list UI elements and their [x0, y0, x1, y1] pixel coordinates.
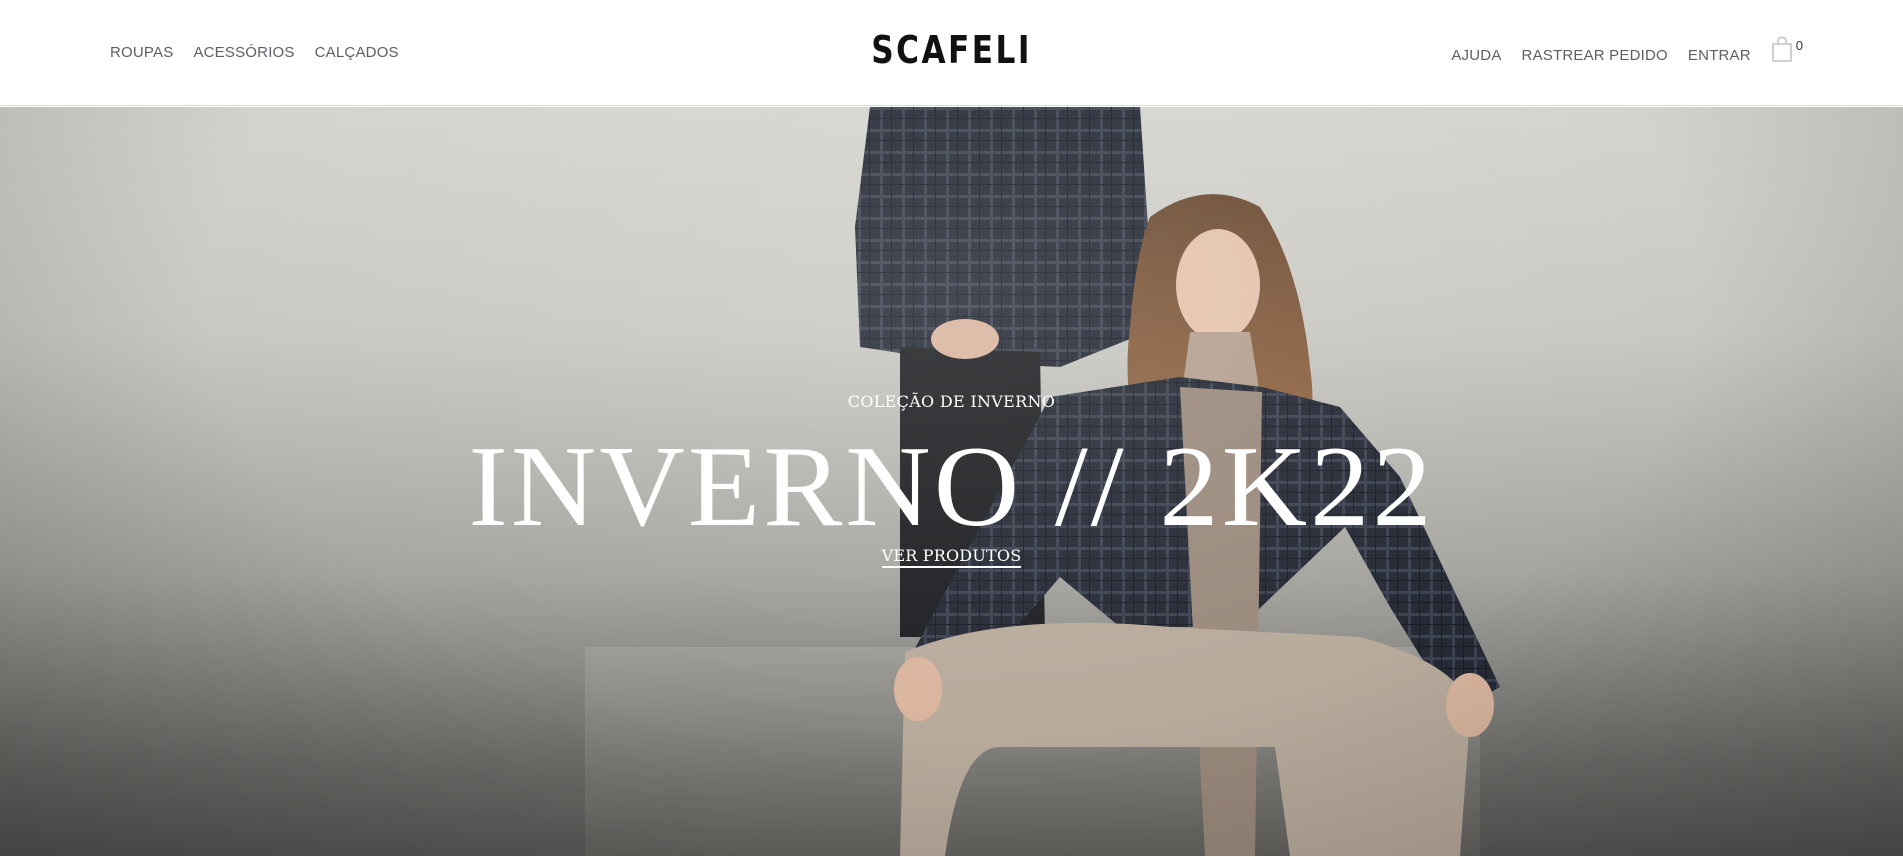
primary-nav: ROUPAS ACESSÓRIOS CALÇADOS	[110, 44, 399, 61]
nav-calcados-link[interactable]: CALÇADOS	[315, 44, 399, 61]
shopping-bag-icon	[1771, 36, 1793, 67]
nav-roupas-link[interactable]: ROUPAS	[110, 44, 173, 61]
hero-eyebrow: COLEÇÃO DE INVERNO	[847, 392, 1056, 411]
site-header: ROUPAS ACESSÓRIOS CALÇADOS SCAFELI AJUDA…	[0, 0, 1903, 106]
nav-rastrear-pedido-link[interactable]: RASTREAR PEDIDO	[1522, 47, 1668, 64]
brand-logo-text[interactable]: SCAFELI	[871, 28, 1032, 72]
nav-entrar-link[interactable]: ENTRAR	[1688, 47, 1751, 64]
cart-count: 0	[1795, 38, 1803, 53]
hero-content: COLEÇÃO DE INVERNO INVERNO // 2K22 VER P…	[0, 107, 1903, 856]
nav-acessorios-link[interactable]: ACESSÓRIOS	[193, 44, 294, 61]
hero-banner: COLEÇÃO DE INVERNO INVERNO // 2K22 VER P…	[0, 107, 1903, 856]
cart-button[interactable]: 0	[1771, 36, 1803, 66]
account-nav: AJUDA RASTREAR PEDIDO ENTRAR 0	[1451, 36, 1803, 66]
hero-cta-wrap: VER PRODUTOS	[0, 546, 1903, 568]
ver-produtos-link[interactable]: VER PRODUTOS	[881, 546, 1022, 568]
nav-ajuda-link[interactable]: AJUDA	[1451, 47, 1501, 64]
hero-headline: INVERNO // 2K22	[468, 423, 1435, 551]
